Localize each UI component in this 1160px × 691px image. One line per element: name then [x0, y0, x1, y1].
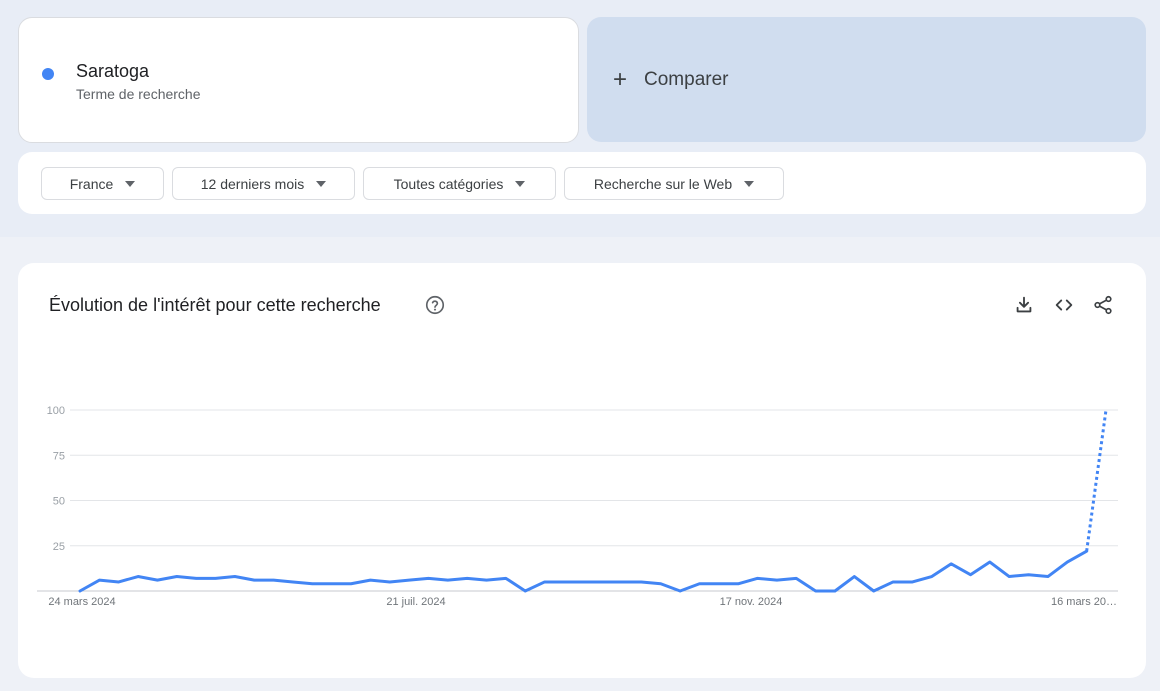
search-type-filter-label: Recherche sur le Web	[593, 175, 733, 192]
search-term-card[interactable]: Saratoga Terme de recherche	[18, 17, 579, 143]
x-tick-label: 16 mars 20…	[1051, 596, 1117, 608]
category-filter[interactable]: Toutes catégories	[363, 167, 556, 200]
term-type: Terme de recherche	[76, 86, 201, 102]
y-tick-label: 25	[53, 541, 65, 553]
dropdown-arrow-icon	[515, 180, 526, 187]
category-filter-label: Toutes catégories	[393, 175, 504, 192]
interest-line-chart: 100 75 50 25 24 mars 2024 21 juil. 2024 17 nov…	[37, 405, 1118, 608]
x-tick-label: 17 nov. 2024	[720, 596, 783, 608]
x-tick-label: 24 mars 2024	[48, 596, 115, 608]
region-filter-label: France	[69, 175, 114, 192]
dropdown-arrow-icon	[316, 180, 327, 187]
x-tick-label: 21 juil. 2024	[386, 596, 445, 608]
y-tick-label: 100	[47, 405, 65, 417]
search-type-filter[interactable]: Recherche sur le Web	[564, 167, 784, 200]
partial-data-segment	[1085, 409, 1108, 552]
term-name: Saratoga	[76, 61, 150, 81]
term-color-dot	[42, 68, 54, 80]
plus-icon: +	[613, 65, 628, 93]
region-filter[interactable]: France	[41, 167, 164, 200]
filter-bar: France 12 derniers mois Toutes catégorie…	[18, 152, 1146, 214]
y-tick-label: 75	[53, 450, 65, 462]
dropdown-arrow-icon	[125, 180, 136, 187]
series-line	[78, 549, 1089, 593]
compare-label: Comparer	[644, 68, 729, 90]
y-tick-label: 50	[53, 496, 65, 508]
dropdown-arrow-icon	[744, 180, 755, 187]
time-range-filter[interactable]: 12 derniers mois	[172, 167, 355, 200]
compare-button[interactable]: + Comparer	[587, 17, 1146, 142]
time-range-filter-label: 12 derniers mois	[200, 175, 305, 192]
interest-over-time-card: Évolution de l'intérêt pour cette recher…	[18, 263, 1146, 678]
